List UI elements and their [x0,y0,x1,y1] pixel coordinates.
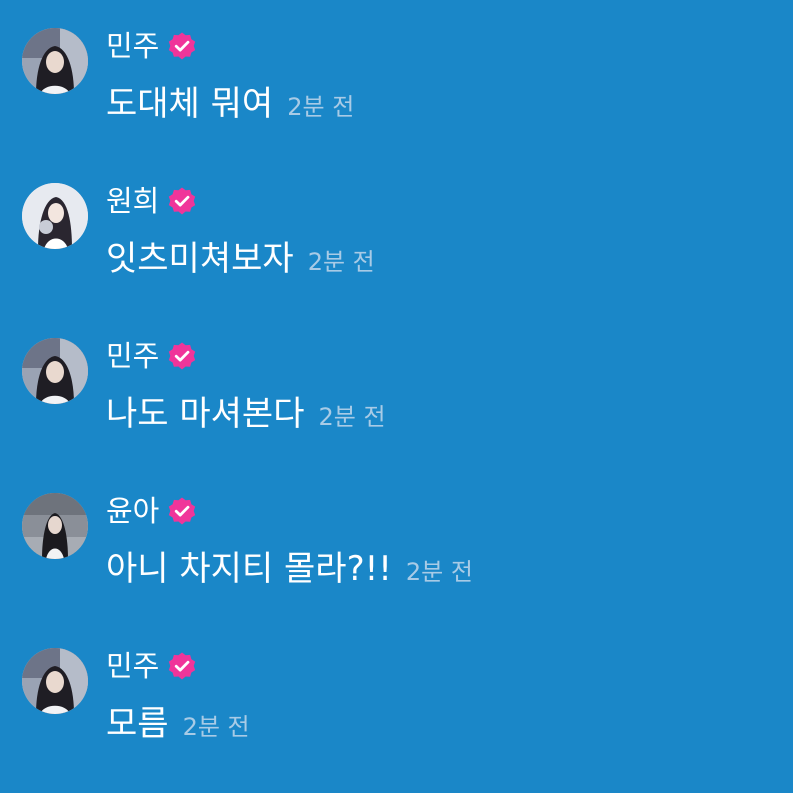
author-row: 민주 [106,648,197,684]
message-feed: 민주 도대체 뭐여 2분 전 원희 잇츠미쳐보자 2분 전 민주 나도 마셔본다… [0,0,793,793]
message-time: 2분 전 [287,93,355,121]
message-item[interactable]: 민주 나도 마셔본다 2분 전 [0,338,793,468]
message-item[interactable]: 민주 도대체 뭐여 2분 전 [0,28,793,158]
verified-check-icon [167,31,197,61]
message-text: 잇츠미쳐보자 [106,239,294,279]
avatar[interactable] [22,183,88,249]
message-text: 나도 마셔본다 [106,394,305,434]
author-row: 원희 [106,183,197,219]
message-item[interactable]: 민주 모름 2분 전 [0,648,793,778]
author-name[interactable]: 윤아 [106,493,159,529]
message-row: 도대체 뭐여 2분 전 [106,80,354,128]
message-item[interactable]: 윤아 아니 차지티 몰라?!! 2분 전 [0,493,793,623]
message-row: 모름 2분 전 [106,700,250,748]
author-name[interactable]: 민주 [106,28,159,64]
avatar[interactable] [22,28,88,94]
avatar[interactable] [22,493,88,559]
message-row: 잇츠미쳐보자 2분 전 [106,235,375,283]
verified-check-icon [167,496,197,526]
author-row: 민주 [106,338,197,374]
verified-check-icon [167,341,197,371]
message-row: 나도 마셔본다 2분 전 [106,390,386,438]
avatar[interactable] [22,338,88,404]
author-name[interactable]: 민주 [106,338,159,374]
verified-check-icon [167,186,197,216]
author-row: 윤아 [106,493,197,529]
author-name[interactable]: 민주 [106,648,159,684]
verified-check-icon [167,651,197,681]
message-time: 2분 전 [307,248,375,276]
message-time: 2분 전 [318,403,386,431]
message-row: 아니 차지티 몰라?!! 2분 전 [106,545,473,593]
author-name[interactable]: 원희 [106,183,159,219]
message-time: 2분 전 [182,713,250,741]
avatar[interactable] [22,648,88,714]
message-time: 2분 전 [405,558,473,586]
message-text: 아니 차지티 몰라?!! [106,549,392,589]
message-text: 모름 [106,704,169,744]
message-text: 도대체 뭐여 [106,84,274,124]
message-item[interactable]: 원희 잇츠미쳐보자 2분 전 [0,183,793,313]
author-row: 민주 [106,28,197,64]
